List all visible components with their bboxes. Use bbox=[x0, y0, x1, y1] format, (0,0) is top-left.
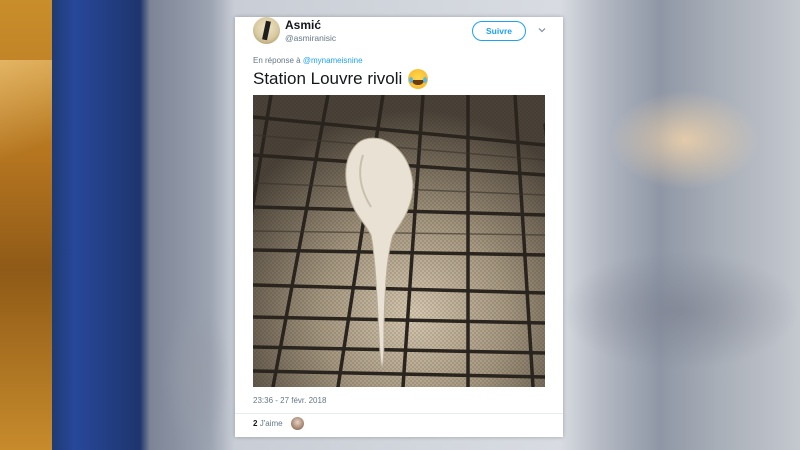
follow-button[interactable]: Suivre bbox=[472, 21, 526, 41]
author-handle[interactable]: @asmiranisic bbox=[285, 33, 336, 43]
background-blur bbox=[160, 300, 230, 450]
background-blur bbox=[610, 90, 760, 190]
face-with-tears-of-joy-icon bbox=[408, 69, 429, 89]
tweet-text: Station Louvre rivoli bbox=[253, 69, 429, 89]
chevron-down-icon[interactable] bbox=[537, 25, 547, 35]
tweet-timestamp[interactable]: 23:36 - 27 févr. 2018 bbox=[253, 396, 326, 405]
like-label: J'aime bbox=[259, 419, 283, 428]
author-avatar[interactable] bbox=[253, 17, 280, 44]
author-name[interactable]: Asmić bbox=[285, 18, 321, 32]
tweet-card: Asmić @asmiranisic Suivre En réponse à @… bbox=[235, 17, 563, 437]
photo-image bbox=[253, 95, 545, 387]
tweet-photo[interactable] bbox=[253, 95, 545, 387]
like-count-value: 2 bbox=[253, 419, 258, 428]
reply-mention-link[interactable]: @mynameisnine bbox=[303, 56, 363, 65]
tweet-body: Station Louvre rivoli bbox=[253, 69, 403, 88]
liker-avatar[interactable] bbox=[291, 417, 304, 430]
reply-context: En réponse à @mynameisnine bbox=[253, 56, 363, 65]
background-blur bbox=[560, 250, 800, 370]
likes-count[interactable]: 2 J'aime bbox=[253, 419, 283, 428]
avatar-graphic bbox=[262, 20, 271, 41]
side-banner-highlight bbox=[0, 60, 52, 210]
divider bbox=[235, 413, 563, 414]
reply-prefix: En réponse à bbox=[253, 56, 301, 65]
